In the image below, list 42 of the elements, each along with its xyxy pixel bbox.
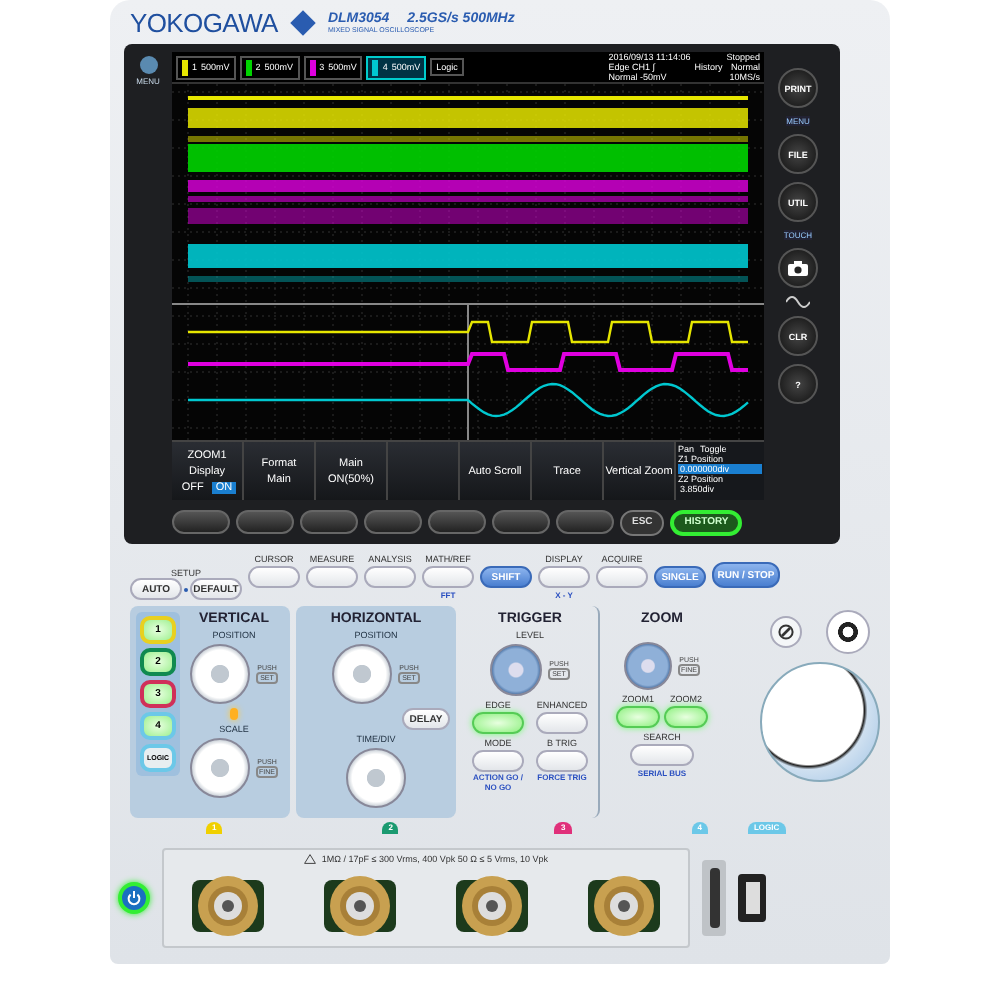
knob[interactable] [190,644,251,704]
knob[interactable] [623,642,671,690]
panel-button[interactable] [422,566,474,588]
bnc-connector-icon [188,872,268,940]
camera-icon [788,260,808,276]
panel-button[interactable] [664,706,708,728]
panel-button[interactable] [364,566,416,588]
menu-cell[interactable] [388,442,460,500]
power-button[interactable] [118,882,150,914]
slash-button-icon[interactable] [769,616,801,648]
soft-key[interactable] [428,510,486,534]
power-icon [126,890,142,906]
panel-button[interactable] [472,712,524,734]
soft-key[interactable] [556,510,614,534]
soft-key[interactable] [236,510,294,534]
knob[interactable] [346,748,406,808]
usb-port-icon [738,874,766,922]
soft-key[interactable] [300,510,358,534]
panel-button[interactable] [596,566,648,588]
panel-button[interactable] [538,566,590,588]
panel-button[interactable] [536,712,588,734]
panel-button[interactable] [306,566,358,588]
panel-button[interactable] [616,706,660,728]
camera-button[interactable] [778,248,818,288]
knob[interactable] [189,738,249,798]
panel-button[interactable] [630,744,694,766]
warning-icon [303,854,316,864]
knob[interactable] [490,644,543,696]
bnc-connector-icon [584,872,664,940]
bnc-connector-icon [320,872,400,940]
panel-button[interactable] [248,566,300,588]
sine-wave-icon [786,296,810,308]
soft-key[interactable] [364,510,422,534]
brand-logo: YOKOGAWA [130,7,278,37]
interface-port-icon [702,860,726,936]
soft-key[interactable] [492,510,550,534]
bnc-connector-icon [452,872,532,940]
soft-key[interactable] [172,510,230,534]
knob[interactable] [332,644,393,704]
panel-button[interactable] [472,750,524,772]
ring-button-icon[interactable] [825,610,869,654]
panel-button[interactable] [536,750,588,772]
